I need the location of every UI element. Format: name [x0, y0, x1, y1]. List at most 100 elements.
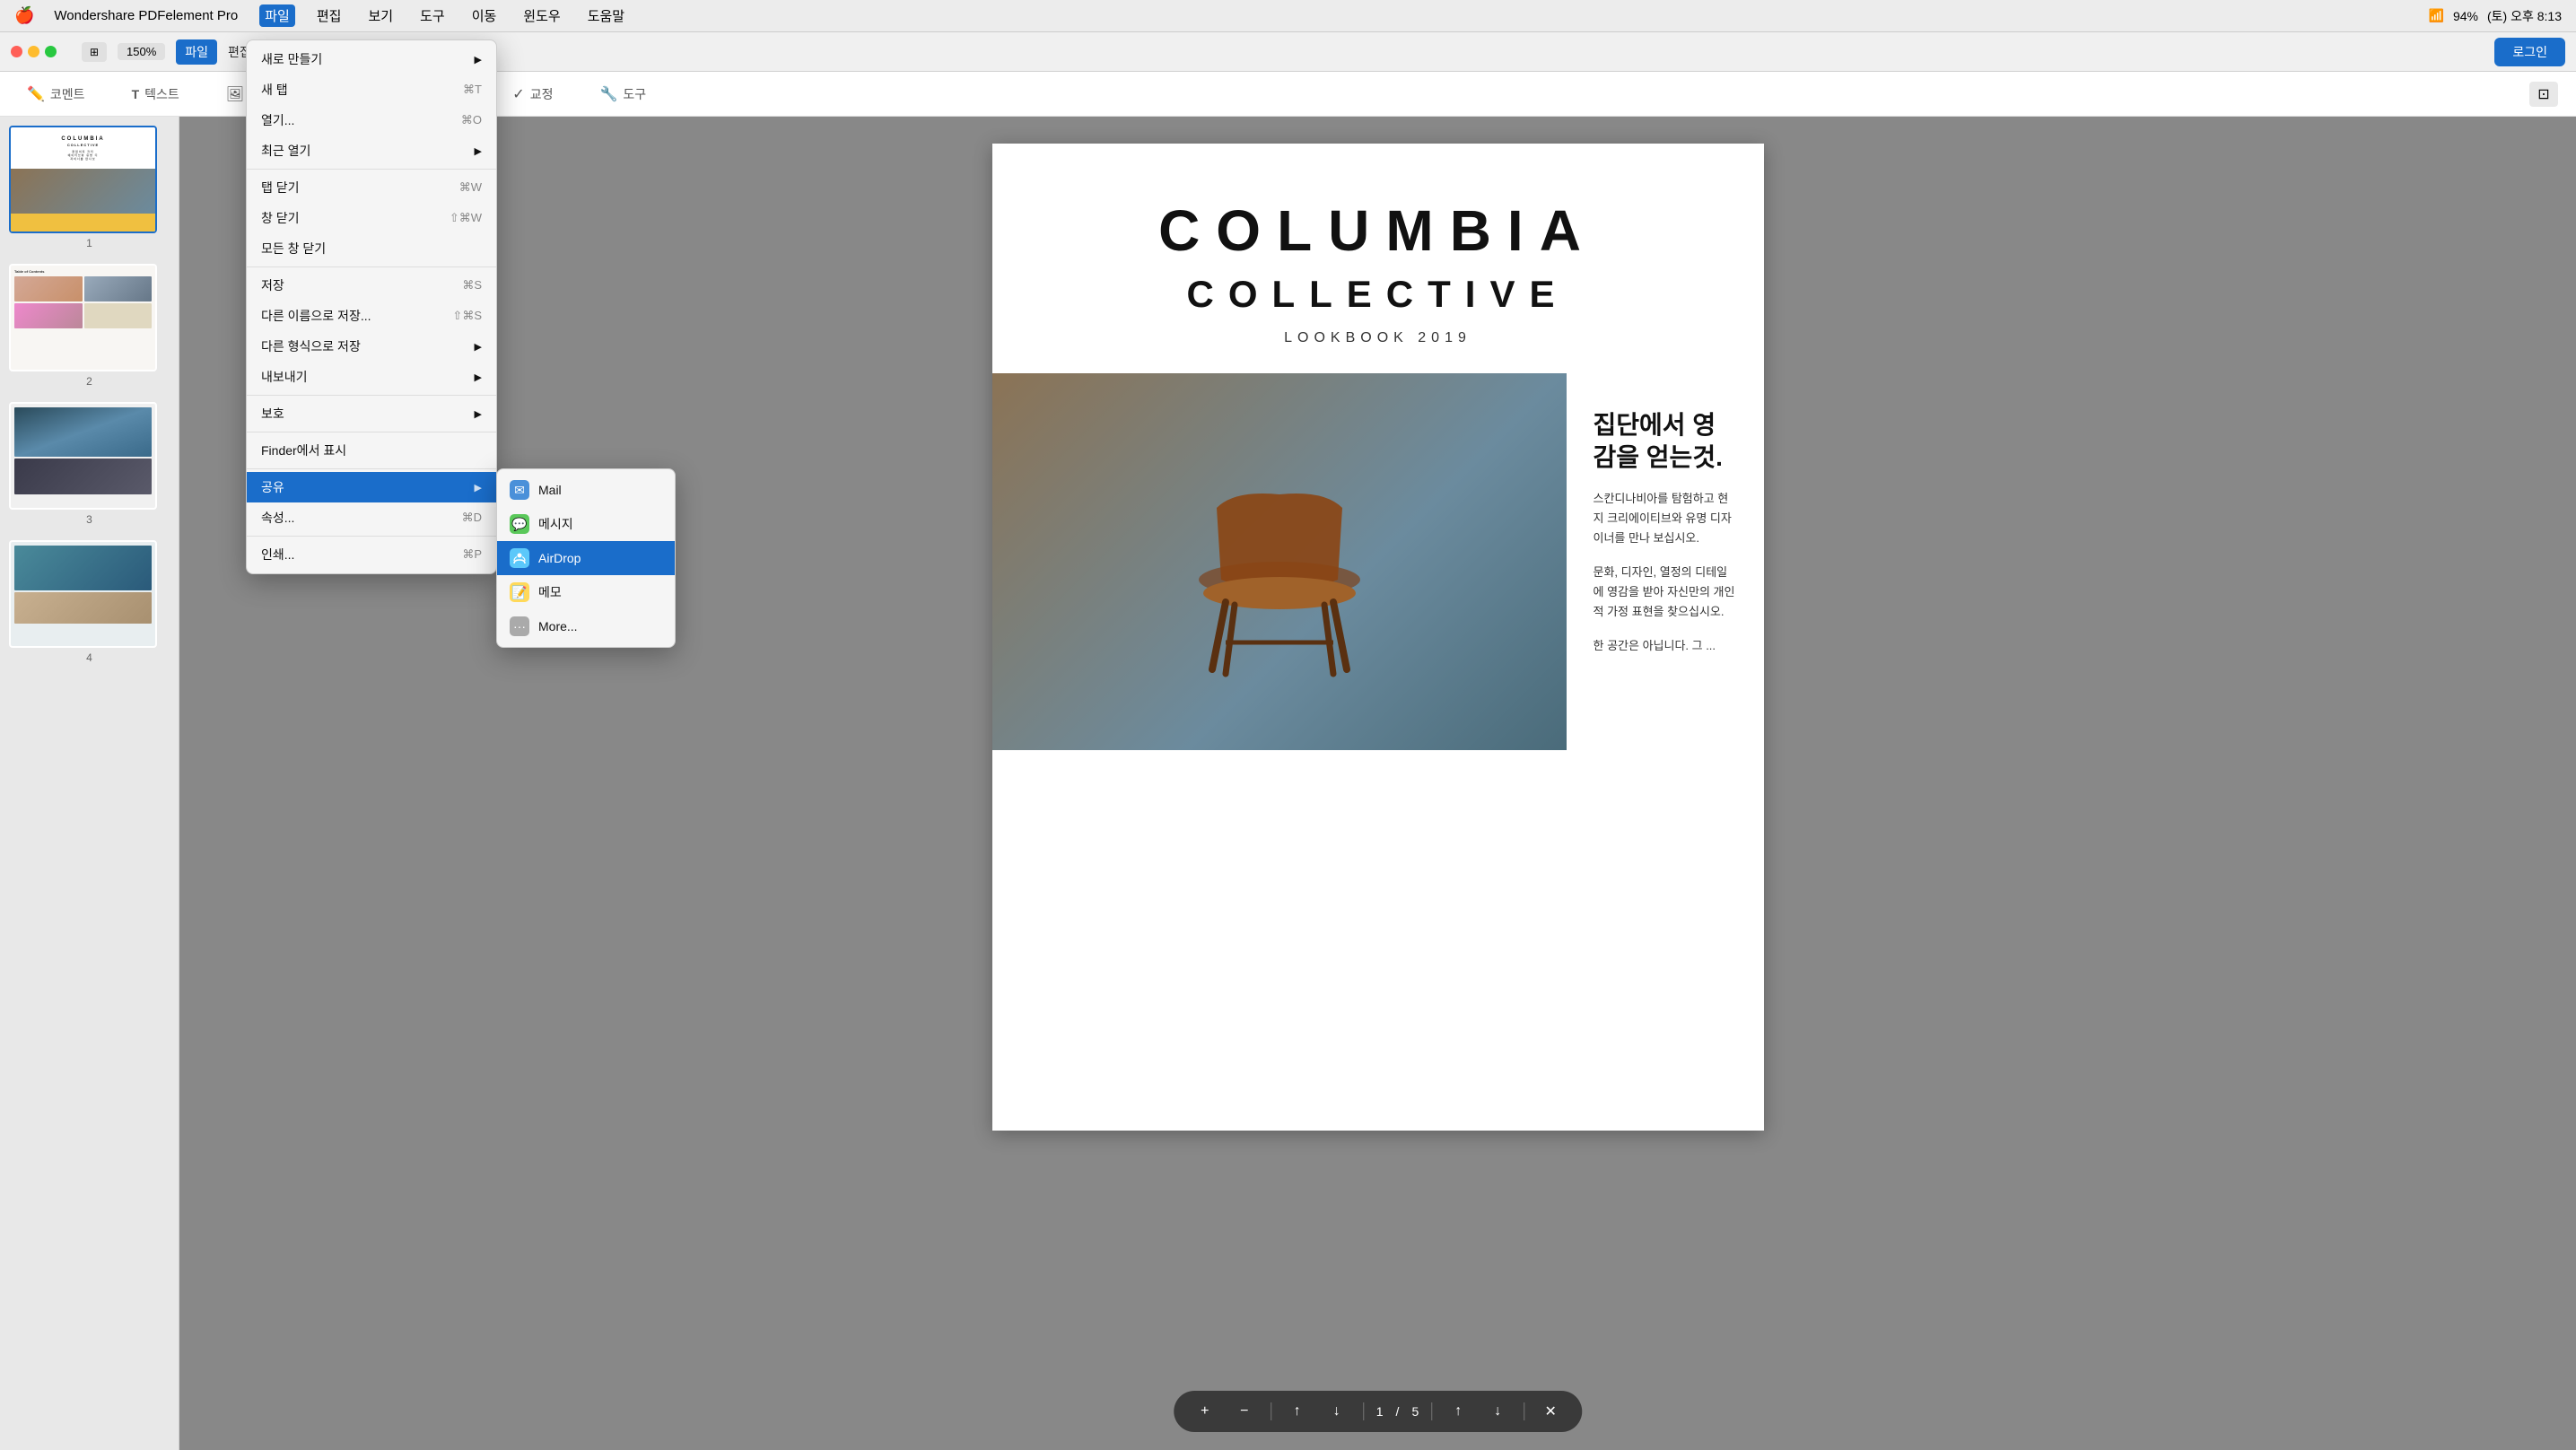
menu-save[interactable]: 저장 ⌘S — [247, 270, 496, 301]
page-2-preview: Table of Contents — [11, 266, 155, 370]
page-4-number: 4 — [9, 651, 170, 664]
messages-icon: 💬 — [510, 514, 529, 534]
login-button[interactable]: 로그인 — [2494, 38, 2565, 66]
sidebar-page-3[interactable]: 3 — [9, 402, 170, 526]
correct-tool[interactable]: ✓ 교정 — [503, 80, 562, 109]
mac-menubar: 🍎 Wondershare PDFelement Pro 파일 편집 보기 도구… — [0, 0, 2576, 32]
menubar-tools[interactable]: 도구 — [415, 4, 450, 27]
menu-save-label: 저장 — [261, 276, 284, 294]
pdf-main-content: 집단에서 영감을 얻는것. 스칸디나비아를 탐험하고 현지 크리에이티브와 유명… — [992, 373, 1764, 750]
file-menu-btn[interactable]: 파일 — [176, 39, 217, 65]
menu-share[interactable]: 공유 ▶ ✉ Mail 💬 메시지 — [247, 472, 496, 502]
menu-finder-label: Finder에서 표시 — [261, 441, 346, 459]
page-1-thumbnail[interactable]: COLUMBIA COLLECTIVE 창업이지 크리에이터브와 유명 디자이너… — [9, 126, 157, 233]
sidebar-page-4[interactable]: 4 — [9, 540, 170, 664]
tools-label: 도구 — [623, 85, 646, 103]
share-airdrop[interactable]: AirDrop — [497, 541, 675, 575]
menubar-move[interactable]: 이동 — [467, 4, 502, 27]
toolbar-divider-2 — [1363, 1402, 1364, 1420]
share-messages-label: 메시지 — [538, 515, 573, 533]
sidebar-page-2[interactable]: Table of Contents 2 — [9, 264, 170, 388]
total-page-number: 5 — [1411, 1404, 1419, 1419]
menubar-view[interactable]: 보기 — [362, 4, 398, 27]
share-mail[interactable]: ✉ Mail — [497, 473, 675, 507]
prev-page-button[interactable]: ↑ — [1445, 1398, 1471, 1425]
tools-icon: 🔧 — [599, 85, 617, 103]
scroll-down-button[interactable]: ↓ — [1323, 1398, 1350, 1425]
export-arrow-icon: ▶ — [475, 371, 482, 383]
print-shortcut: ⌘P — [462, 547, 482, 562]
pages-sidebar: COLUMBIA COLLECTIVE 창업이지 크리에이터브와 유명 디자이너… — [0, 117, 179, 1450]
menu-save-format[interactable]: 다른 형식으로 저장 ▶ — [247, 331, 496, 362]
share-messages[interactable]: 💬 메시지 — [497, 507, 675, 541]
menu-finder[interactable]: Finder에서 표시 — [247, 435, 496, 466]
close-toolbar-button[interactable]: ✕ — [1537, 1398, 1564, 1425]
page-4-thumbnail[interactable] — [9, 540, 157, 648]
text-label: 텍스트 — [144, 85, 179, 103]
share-airdrop-label: AirDrop — [538, 551, 581, 565]
comment-tool[interactable]: ✏️ 코멘트 — [18, 80, 94, 109]
zoom-in-button[interactable]: + — [1192, 1398, 1218, 1425]
zoom-control[interactable]: 150% — [118, 43, 165, 60]
divider-3 — [247, 395, 496, 396]
next-page-button[interactable]: ↓ — [1484, 1398, 1511, 1425]
share-memo-label: 메모 — [538, 583, 562, 601]
airdrop-icon — [510, 548, 529, 568]
share-memo[interactable]: 📝 메모 — [497, 575, 675, 609]
file-menu-dropdown: 새로 만들기 ▶ 새 탭 ⌘T 열기... ⌘O 최근 열기 ▶ 탭 닫기 ⌘W… — [246, 39, 497, 574]
divider-6 — [247, 536, 496, 537]
menubar-app-name[interactable]: Wondershare PDFelement Pro — [48, 6, 243, 25]
pdf-sub-title: COLLECTIVE — [1028, 273, 1728, 316]
wifi-icon: 📶 — [2429, 8, 2444, 23]
share-submenu: ✉ Mail 💬 메시지 AirDrop 📝 — [496, 468, 676, 648]
menu-new-tab[interactable]: 새 탭 ⌘T — [247, 74, 496, 105]
pdf-right-body2: 문화, 디자인, 열정의 디테일에 영감을 받아 자신만의 개인적 가정 표현을… — [1594, 563, 1737, 622]
battery-status: 94% — [2453, 9, 2478, 23]
scroll-up-button[interactable]: ↑ — [1284, 1398, 1311, 1425]
menubar-file[interactable]: 파일 — [259, 4, 295, 27]
menu-protect[interactable]: 보호 ▶ — [247, 398, 496, 429]
menu-print[interactable]: 인쇄... ⌘P — [247, 539, 496, 570]
pdf-right-heading: 집단에서 영감을 얻는것. — [1594, 409, 1737, 475]
pdf-right-body3: 한 공간은 아닙니다. 그 ... — [1594, 636, 1737, 656]
menubar-edit[interactable]: 편집 — [311, 4, 347, 27]
text-tool[interactable]: T 텍스트 — [123, 80, 188, 109]
menu-properties[interactable]: 속성... ⌘D — [247, 502, 496, 533]
page-3-thumbnail[interactable] — [9, 402, 157, 510]
open-shortcut: ⌘O — [461, 113, 482, 127]
menu-save-as[interactable]: 다른 이름으로 저장... ⇧⌘S — [247, 301, 496, 331]
menu-export[interactable]: 내보내기 ▶ — [247, 362, 496, 392]
divider-1 — [247, 169, 496, 170]
new-arrow-icon: ▶ — [475, 54, 482, 66]
fullscreen-button[interactable] — [45, 46, 57, 57]
menu-close-all[interactable]: 모든 창 닫기 — [247, 233, 496, 264]
minimize-button[interactable] — [28, 46, 39, 57]
save-as-shortcut: ⇧⌘S — [452, 309, 482, 323]
sidebar-page-1[interactable]: COLUMBIA COLLECTIVE 창업이지 크리에이터브와 유명 디자이너… — [9, 126, 170, 249]
pdf-view-area[interactable]: COLUMBIA COLLECTIVE LOOKBOOK 2019 — [179, 117, 2576, 1450]
sidebar-toggle-btn[interactable]: ⊞ — [82, 42, 107, 62]
menu-open[interactable]: 열기... ⌘O — [247, 105, 496, 135]
tools-tool[interactable]: 🔧 도구 — [590, 80, 655, 109]
menu-close-tab[interactable]: 탭 닫기 ⌘W — [247, 172, 496, 203]
mail-icon: ✉ — [510, 480, 529, 500]
share-more[interactable]: ··· More... — [497, 609, 675, 643]
menu-close-win[interactable]: 창 닫기 ⇧⌘W — [247, 203, 496, 233]
menubar-help[interactable]: 도움말 — [582, 4, 630, 27]
close-win-shortcut: ⇧⌘W — [450, 211, 482, 225]
share-mail-label: Mail — [538, 483, 562, 497]
chair-illustration — [1163, 436, 1396, 687]
menu-close-win-label: 창 닫기 — [261, 209, 300, 227]
panel-toggle[interactable]: ⊡ — [2529, 82, 2558, 107]
save-shortcut: ⌘S — [462, 278, 482, 293]
apple-menu[interactable]: 🍎 — [14, 6, 34, 25]
share-more-label: More... — [538, 619, 578, 633]
properties-shortcut: ⌘D — [462, 511, 482, 525]
close-button[interactable] — [11, 46, 22, 57]
menu-new[interactable]: 새로 만들기 ▶ — [247, 44, 496, 74]
menu-recent[interactable]: 최근 열기 ▶ — [247, 135, 496, 166]
menu-print-label: 인쇄... — [261, 546, 294, 563]
page-2-thumbnail[interactable]: Table of Contents — [9, 264, 157, 371]
menubar-window[interactable]: 윈도우 — [518, 4, 565, 27]
zoom-out-button[interactable]: − — [1231, 1398, 1258, 1425]
